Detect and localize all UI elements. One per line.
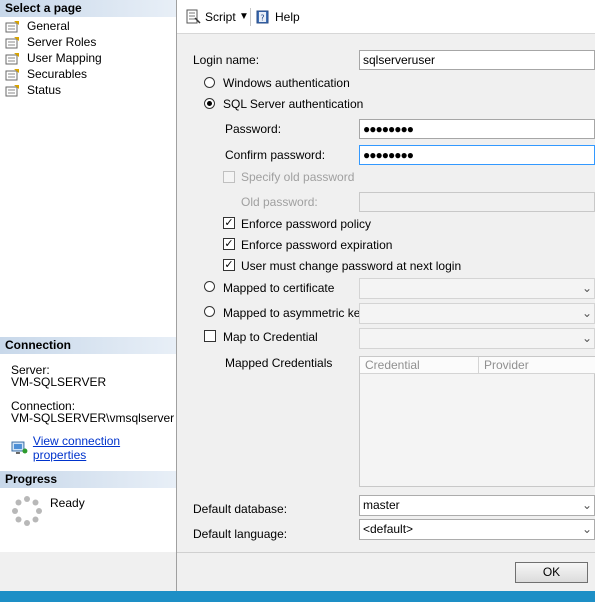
mapped-credentials-grid[interactable]: Credential Provider [359,356,595,487]
default-language-combo[interactable]: <default> ⌄ [359,519,595,540]
mapped-credentials-label: Mapped Credentials [225,356,333,370]
mapped-asym-radio[interactable] [204,306,215,317]
script-dropdown-arrow[interactable]: ▼ [239,8,249,26]
confirm-password-input[interactable]: ●●●●●●●● [359,145,595,165]
view-connection-properties[interactable]: View connection properties [11,434,176,462]
grid-header-provider[interactable]: Provider [479,357,595,374]
wrench-page-icon [5,20,19,32]
progress-status: Ready [50,496,85,510]
default-database-value: master [363,498,400,512]
password-input[interactable]: ●●●●●●●● [359,119,595,139]
certificate-combo[interactable]: ⌄ [359,278,595,299]
login-name-label: Login name: [193,53,260,67]
caret-down-icon: ▼ [239,11,249,22]
checkmark-icon: ✓ [224,238,234,250]
progress-spinner-icon [12,496,42,526]
page-item-label: User Mapping [27,51,102,65]
default-database-label: Default database: [193,502,288,516]
enforce-expiration-checkbox[interactable]: ✓ [223,238,235,250]
wrench-page-icon [5,52,19,64]
chevron-down-icon: ⌄ [581,306,593,320]
window-bottom-border [0,591,595,602]
page-item-general[interactable]: General [5,18,70,34]
view-connection-properties-link[interactable]: View connection properties [33,434,176,462]
specify-old-password-checkbox[interactable] [223,171,235,183]
dialog-footer: OK [177,552,595,592]
sql-auth-label: SQL Server authentication [223,97,364,111]
default-language-label: Default language: [193,527,288,541]
default-database-combo[interactable]: master ⌄ [359,495,595,516]
server-value: VM-SQLSERVER [11,375,107,389]
map-credential-label: Map to Credential [223,330,318,344]
mapped-cert-label: Mapped to certificate [223,281,335,295]
left-panel: Select a page General Server Roles User … [0,0,177,552]
grid-header-credential[interactable]: Credential [360,357,479,374]
page-item-status[interactable]: Status [5,82,61,98]
login-name-input[interactable]: sqlserveruser [359,50,595,70]
help-label: Help [275,10,300,24]
connection-header: Connection [0,337,176,354]
enforce-policy-checkbox[interactable]: ✓ [223,217,235,229]
old-password-input[interactable] [359,192,595,212]
chevron-down-icon: ⌄ [581,331,593,345]
checkmark-icon: ✓ [224,217,234,229]
wrench-page-icon [5,84,19,96]
mapped-cert-radio[interactable] [204,281,215,292]
chevron-down-icon: ⌄ [581,498,593,512]
windows-auth-label: Windows authentication [223,76,350,90]
credential-combo[interactable]: ⌄ [359,328,595,349]
enforce-expiration-label: Enforce password expiration [241,238,393,252]
help-book-icon: ? [256,10,269,24]
script-button[interactable]: Script [185,8,236,26]
old-password-label: Old password: [241,195,318,209]
ok-button[interactable]: OK [515,562,588,583]
page-item-server-roles[interactable]: Server Roles [5,34,96,50]
confirm-password-label: Confirm password: [225,148,326,162]
must-change-label: User must change password at next login [241,259,462,273]
page-item-label: General [27,19,70,33]
specify-old-password-label: Specify old password [241,170,355,184]
windows-auth-radio[interactable] [204,77,215,88]
help-button[interactable]: ? Help [255,8,300,26]
must-change-checkbox[interactable]: ✓ [223,259,235,271]
page-item-user-mapping[interactable]: User Mapping [5,50,102,66]
script-icon [186,9,201,24]
connection-properties-icon [11,441,28,454]
default-language-value: <default> [363,522,414,536]
map-credential-checkbox[interactable] [204,330,216,342]
svg-text:?: ? [260,14,264,23]
wrench-page-icon [5,68,19,80]
checkmark-icon: ✓ [224,259,234,271]
page-item-label: Status [27,83,62,97]
page-item-securables[interactable]: Securables [5,66,87,82]
chevron-down-icon: ⌄ [581,522,593,536]
page-item-label: Server Roles [27,35,97,49]
select-page-header: Select a page [0,0,176,17]
toolbar-separator [250,8,251,26]
toolbar: Script ▼ ? Help [177,0,595,34]
asymmetric-key-combo[interactable]: ⌄ [359,303,595,324]
password-label: Password: [225,122,282,136]
sql-auth-radio[interactable] [204,98,215,109]
left-footer-area [0,552,177,591]
wrench-page-icon [5,36,19,48]
script-label: Script [205,10,236,24]
enforce-policy-label: Enforce password policy [241,217,372,231]
connection-value: VM-SQLSERVER\vmsqlserver [11,411,175,425]
chevron-down-icon: ⌄ [581,281,593,295]
mapped-asym-label: Mapped to asymmetric key [223,306,367,320]
progress-header: Progress [0,471,176,488]
page-item-label: Securables [27,67,88,81]
general-page-content: Login name: sqlserveruser Windows authen… [177,34,595,552]
